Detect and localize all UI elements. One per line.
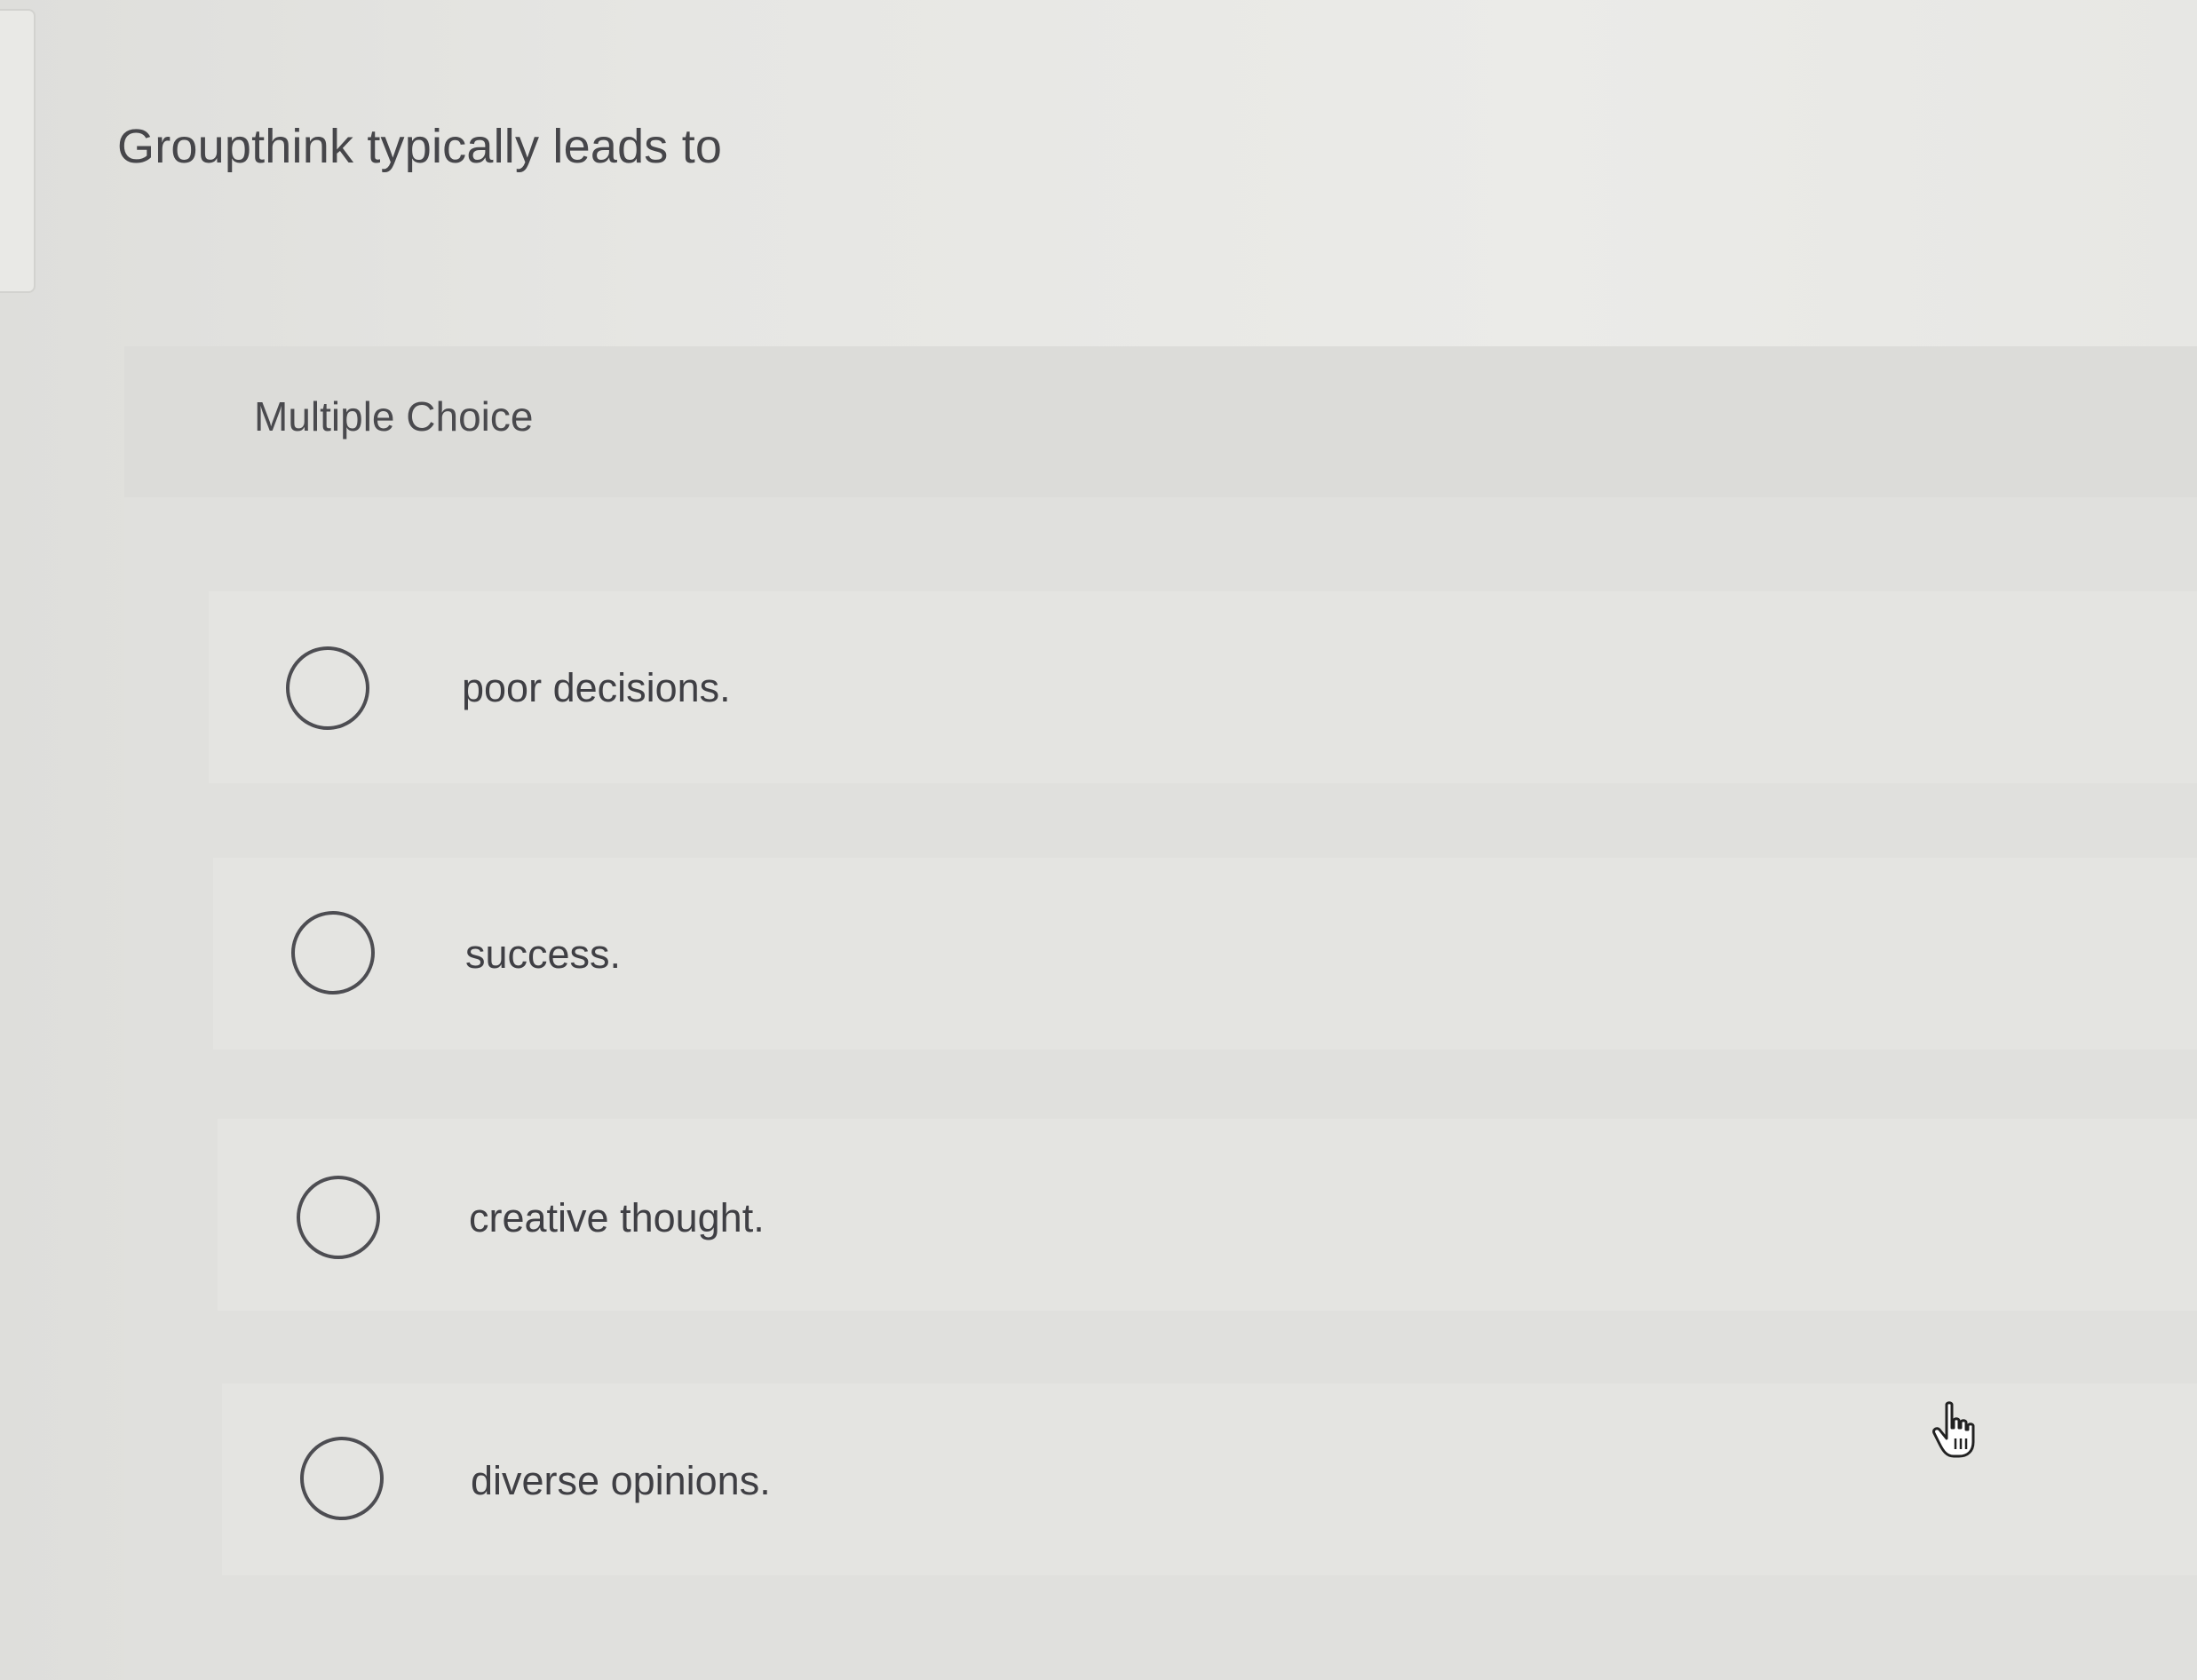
panel-header: Multiple Choice (124, 346, 2197, 497)
side-tab[interactable] (0, 9, 36, 293)
question-prompt: Groupthink typically leads to (117, 120, 723, 173)
radio-unchecked-icon[interactable] (291, 911, 375, 995)
question-type-label: Multiple Choice (254, 393, 534, 440)
answer-panel: Multiple Choice (124, 346, 2197, 1680)
option-label[interactable]: poor decisions. (462, 665, 731, 711)
radio-unchecked-icon[interactable] (300, 1437, 384, 1520)
radio-unchecked-icon[interactable] (286, 646, 369, 730)
radio-unchecked-icon[interactable] (297, 1176, 380, 1259)
option-label[interactable]: success. (465, 931, 621, 978)
option-label[interactable]: diverse opinions. (471, 1458, 771, 1504)
option-label[interactable]: creative thought. (469, 1195, 765, 1241)
hand-pointer-icon (1932, 1401, 1975, 1458)
page-background: Groupthink typically leads to Multiple C… (0, 0, 2197, 1680)
